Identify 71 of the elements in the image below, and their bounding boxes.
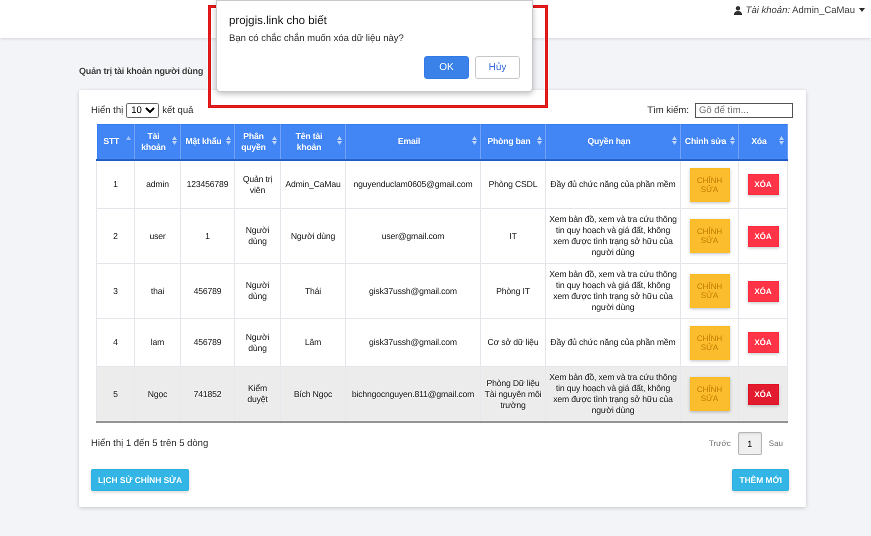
table-cell: Thái xyxy=(280,264,346,318)
column-header[interactable]: Tài khoản xyxy=(134,124,180,160)
user-icon xyxy=(734,6,742,14)
edit-button[interactable]: CHỈNH SỬA xyxy=(690,219,730,253)
column-header[interactable]: Email xyxy=(346,124,480,160)
account-label[interactable]: Tài khoản: Admin_CaMau xyxy=(746,4,855,16)
table-info: Hiển thị 1 đến 5 trên 5 dòng xyxy=(91,438,208,449)
table-cell: Phòng Dữ liệu Tài nguyên môi trường xyxy=(480,366,546,422)
table-cell: 123456789 xyxy=(180,160,234,208)
column-header[interactable]: Mật khẩu xyxy=(180,124,234,160)
table-cell: Xem bản đồ, xem và tra cứu thông tin quy hoạch và giá đất, không xem được tình trạng sở hữu của người dùng xyxy=(546,264,680,318)
delete-button[interactable]: XÓA xyxy=(748,174,778,195)
table-cell: Admin_CaMau xyxy=(280,160,346,208)
table-cell: Bích Ngọc xyxy=(280,366,346,422)
page-title: Quản trị tài khoản người dùng xyxy=(79,66,204,78)
table-cell: Đầy đủ chức năng của phần mềm xyxy=(546,160,680,208)
table-cell: 1 xyxy=(96,160,134,208)
results-label: kết quả xyxy=(162,104,194,116)
table-cell: 2 xyxy=(96,208,134,264)
column-header[interactable]: Xóa xyxy=(738,124,788,160)
edit-button[interactable]: CHỈNH SỬA xyxy=(690,326,730,360)
table-cell: admin xyxy=(134,160,180,208)
delete-button[interactable]: XÓA xyxy=(748,384,778,404)
edit-button[interactable]: CHỈNH SỬA xyxy=(690,168,730,202)
search-label: Tìm kiếm: xyxy=(647,104,689,116)
table-cell: Người dùng xyxy=(280,208,346,264)
table-cell: Người dùng xyxy=(234,264,280,318)
search-field[interactable]: Gõ để tìm... xyxy=(695,102,793,118)
table-cell: 456789 xyxy=(180,264,234,318)
table-cell: Người dùng xyxy=(234,208,280,264)
table-cell: Xem bản đồ, xem và tra cứu thông tin quy hoạch và giá đất, không xem được tình trạng sở hữu của người dùng xyxy=(546,208,680,264)
table-cell: Kiểm duyệt xyxy=(234,366,280,422)
table-cell: gisk37ussh@gmail.com xyxy=(346,264,480,318)
column-header[interactable]: STT xyxy=(96,124,134,160)
show-label: Hiển thị xyxy=(91,104,124,116)
caret-icon[interactable] xyxy=(859,8,865,12)
table-cell: user xyxy=(134,208,180,264)
column-header[interactable]: Chỉnh sửa xyxy=(680,124,738,160)
cancel-button[interactable]: Hủy xyxy=(475,56,520,79)
add-button[interactable]: THÊM MỚI xyxy=(732,469,789,491)
table-cell: bichngocnguyen.811@gmail.com xyxy=(346,366,480,422)
table-cell: 5 xyxy=(96,366,134,422)
delete-button[interactable]: XÓA xyxy=(748,280,778,302)
delete-button[interactable]: XÓA xyxy=(748,332,778,353)
delete-button[interactable]: XÓA xyxy=(748,226,778,246)
table-cell: Ngọc xyxy=(134,366,180,422)
column-header[interactable]: Phòng ban xyxy=(480,124,546,160)
previous-link[interactable]: Trước xyxy=(708,439,731,448)
table-cell: nguyenduclam0605@gmail.com xyxy=(346,160,480,208)
table-cell: Quản trị viên xyxy=(234,160,280,208)
table-cell: Phòng IT xyxy=(480,264,546,318)
page-button[interactable]: 1 xyxy=(738,432,762,455)
dialog-message: Bạn có chắc chắn muốn xóa dữ liệu này? xyxy=(229,33,405,44)
column-header[interactable]: Tên tài khoản xyxy=(280,124,346,160)
table-cell: user@gmail.com xyxy=(346,208,480,264)
ok-button[interactable]: OK xyxy=(424,56,469,79)
table-cell: 1 xyxy=(180,208,234,264)
table-cell: Phòng CSDL xyxy=(480,160,546,208)
table-cell: 3 xyxy=(96,264,134,318)
page-size-select[interactable]: 10 xyxy=(126,102,160,118)
column-header[interactable]: Quyền hạn xyxy=(546,124,680,160)
dialog-title: projgis.link cho biết xyxy=(229,15,328,27)
table-cell: thai xyxy=(134,264,180,318)
edit-button[interactable]: CHỈNH SỬA xyxy=(690,274,730,308)
table-cell: IT xyxy=(480,208,546,264)
history-button[interactable]: LỊCH SỬ CHỈNH SỬA xyxy=(91,469,190,491)
column-header[interactable]: Phân quyền xyxy=(234,124,280,160)
edit-button[interactable]: CHỈNH SỬA xyxy=(690,377,730,411)
next-link[interactable]: Sau xyxy=(768,439,783,448)
table-cell: 741852 xyxy=(180,366,234,422)
table-cell: Xem bản đồ, xem và tra cứu thông tin quy hoạch và giá đất, không xem được tình trạng sở hữu của người dùng xyxy=(546,366,680,422)
